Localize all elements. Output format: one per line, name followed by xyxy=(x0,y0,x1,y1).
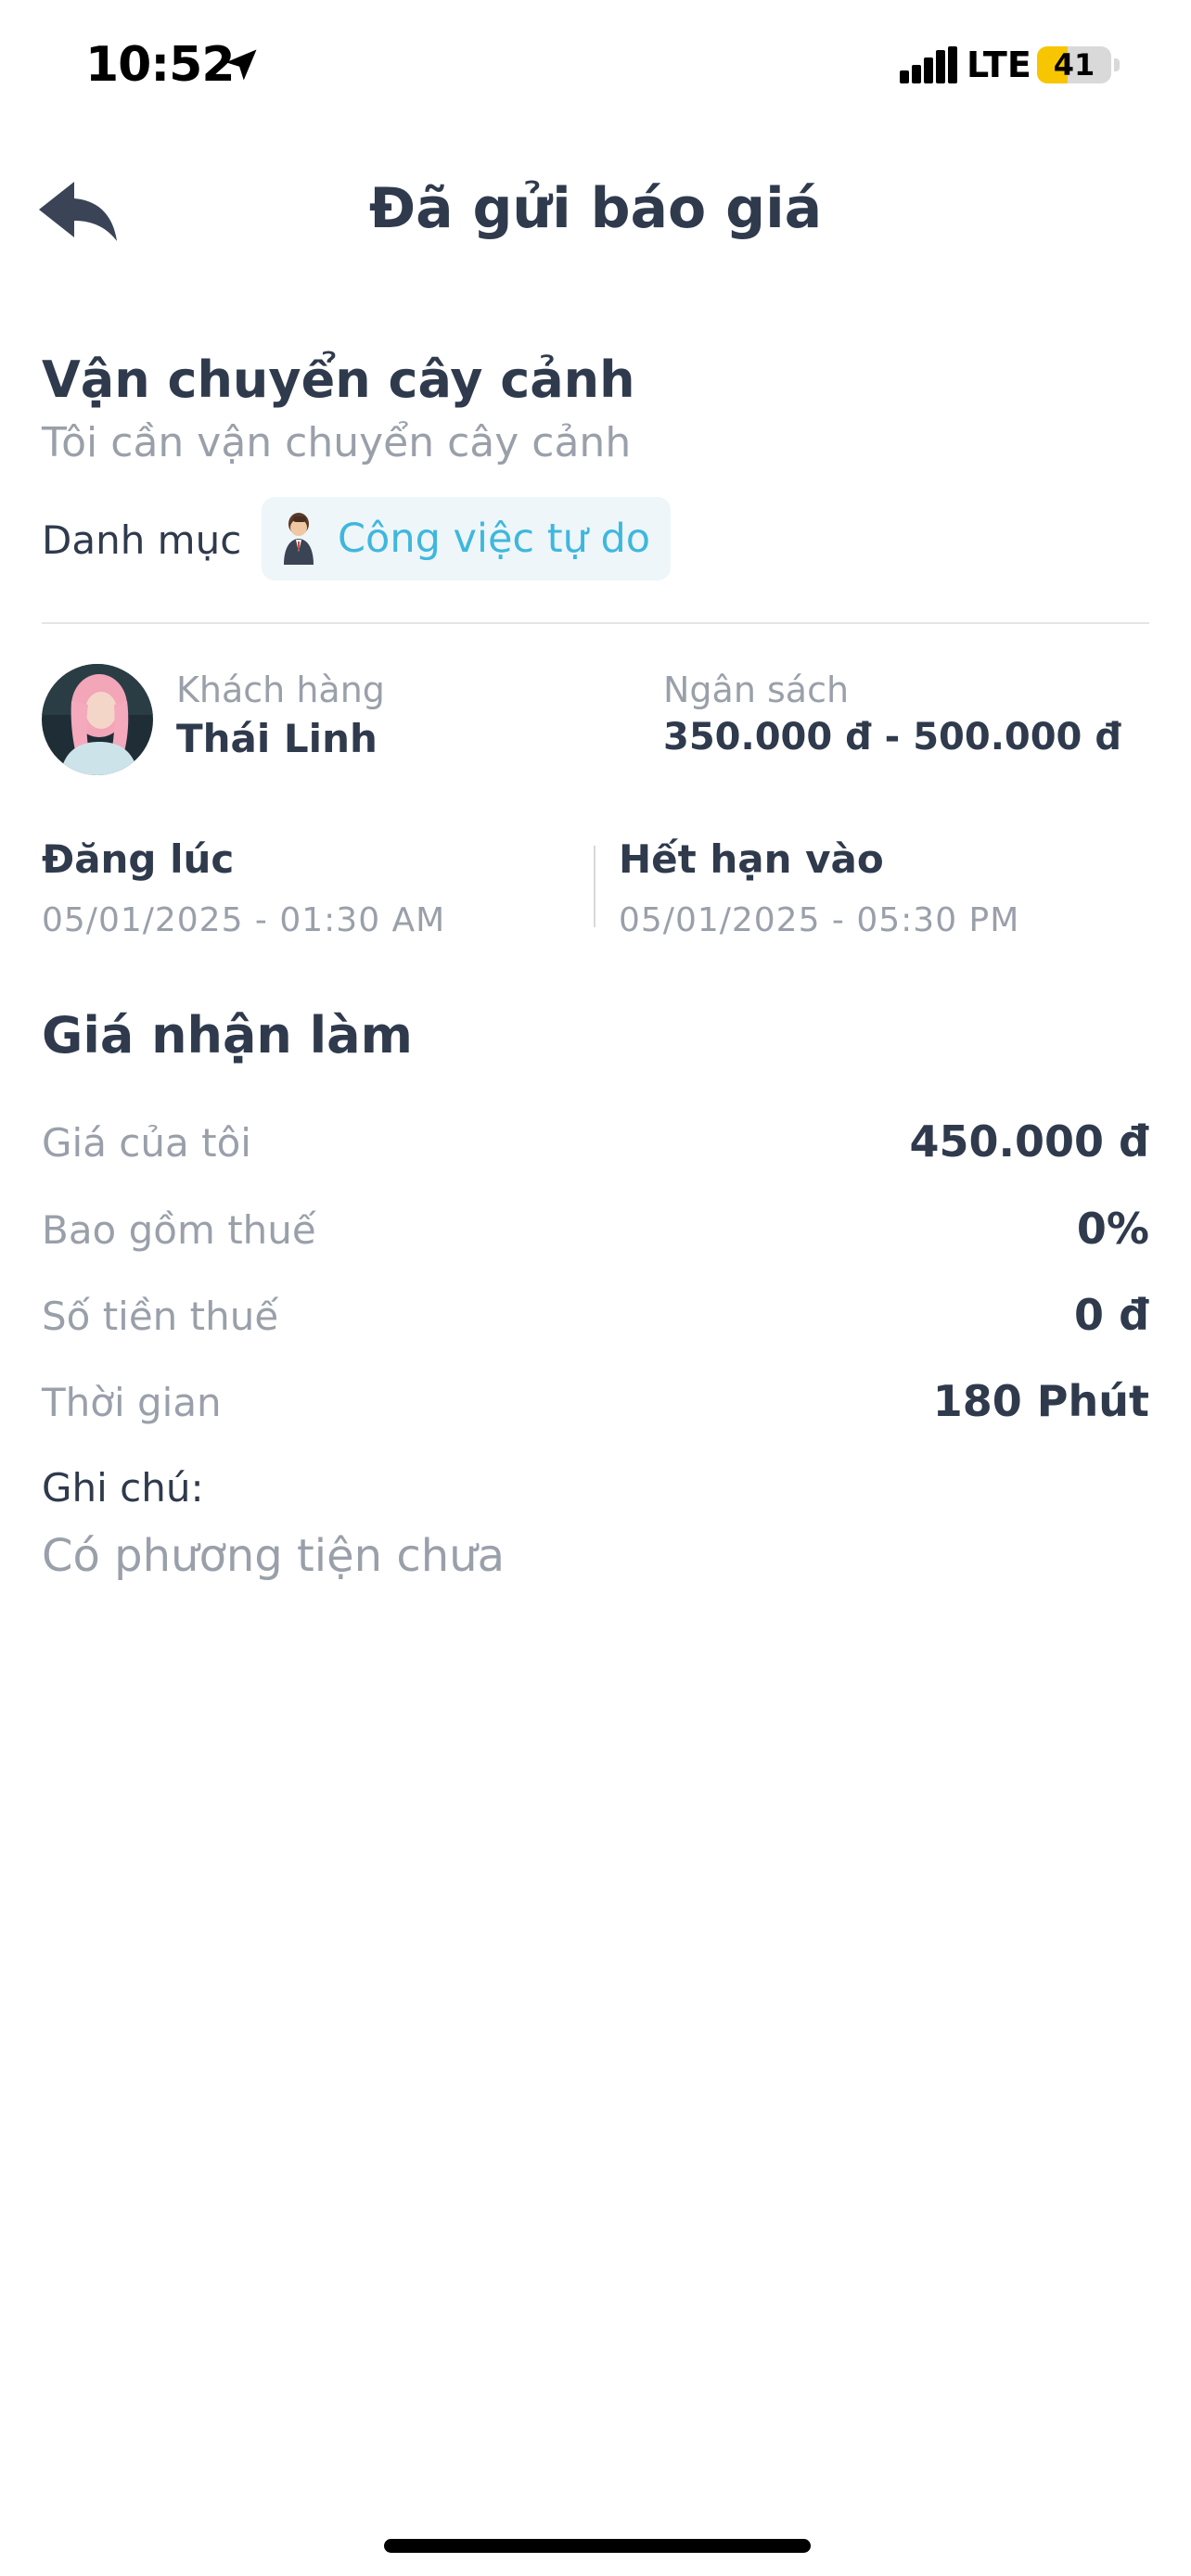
home-indicator[interactable] xyxy=(384,2539,811,2553)
battery-cap xyxy=(1114,58,1120,71)
screen: 10:52 LTE 41 Đã gửi báo giá Vận chuyển c… xyxy=(0,0,1191,2576)
quote-row-value: 450.000 đ xyxy=(909,1116,1149,1167)
quote-row-value: 180 Phút xyxy=(932,1376,1149,1426)
category-label: Danh mục xyxy=(42,517,242,563)
category-chip[interactable]: Công việc tự do xyxy=(262,497,672,580)
customer-avatar[interactable] xyxy=(42,664,153,775)
budget-value: 350.000 đ - 500.000 đ xyxy=(663,716,1121,759)
note-value: Có phương tiện chưa xyxy=(42,1530,505,1582)
status-time: 10:52 xyxy=(85,37,236,93)
location-arrow-icon xyxy=(225,49,257,81)
quote-row-label: Thời gian xyxy=(42,1380,222,1425)
job-description: Tôi cần vận chuyển cây cảnh xyxy=(42,419,632,466)
category-value: Công việc tự do xyxy=(338,516,651,562)
budget-caption: Ngân sách xyxy=(663,670,850,710)
job-title: Vận chuyển cây cảnh xyxy=(42,351,635,409)
date-divider xyxy=(594,846,596,927)
customer-caption: Khách hàng xyxy=(176,670,385,710)
quote-row-label: Giá của tôi xyxy=(42,1120,251,1166)
posted-at-value: 05/01/2025 - 01:30 AM xyxy=(42,901,446,939)
quote-row-price: Giá của tôi 450.000 đ xyxy=(42,1116,1149,1176)
page-title: Đã gửi báo giá xyxy=(368,176,823,241)
network-type-label: LTE xyxy=(967,45,1031,85)
quote-row-value: 0 đ xyxy=(1074,1290,1149,1340)
quote-row-label: Số tiền thuế xyxy=(42,1294,279,1339)
divider xyxy=(42,622,1149,624)
quote-section-title: Giá nhận làm xyxy=(42,1006,413,1065)
quote-row-label: Bao gồm thuế xyxy=(42,1207,316,1253)
quote-row-tax-amount: Số tiền thuế 0 đ xyxy=(42,1290,1149,1349)
customer-name: Thái Linh xyxy=(176,716,378,761)
avatar-photo xyxy=(42,664,153,775)
posted-at-caption: Đăng lúc xyxy=(42,836,235,882)
quote-row-value: 0% xyxy=(1076,1204,1149,1254)
quote-row-tax-included: Bao gồm thuế 0% xyxy=(42,1204,1149,1263)
status-bar: 10:52 LTE 41 xyxy=(0,0,1191,139)
expires-at-caption: Hết hạn vào xyxy=(619,836,884,882)
cellular-signal-icon xyxy=(900,46,957,83)
expires-at-value: 05/01/2025 - 05:30 PM xyxy=(619,901,1020,939)
freelancer-avatar-icon xyxy=(284,513,314,565)
battery-icon: 41 xyxy=(1037,46,1111,83)
battery-percentage: 41 xyxy=(1053,47,1095,83)
note-caption: Ghi chú: xyxy=(42,1465,204,1511)
quote-row-duration: Thời gian 180 Phút xyxy=(42,1376,1149,1435)
